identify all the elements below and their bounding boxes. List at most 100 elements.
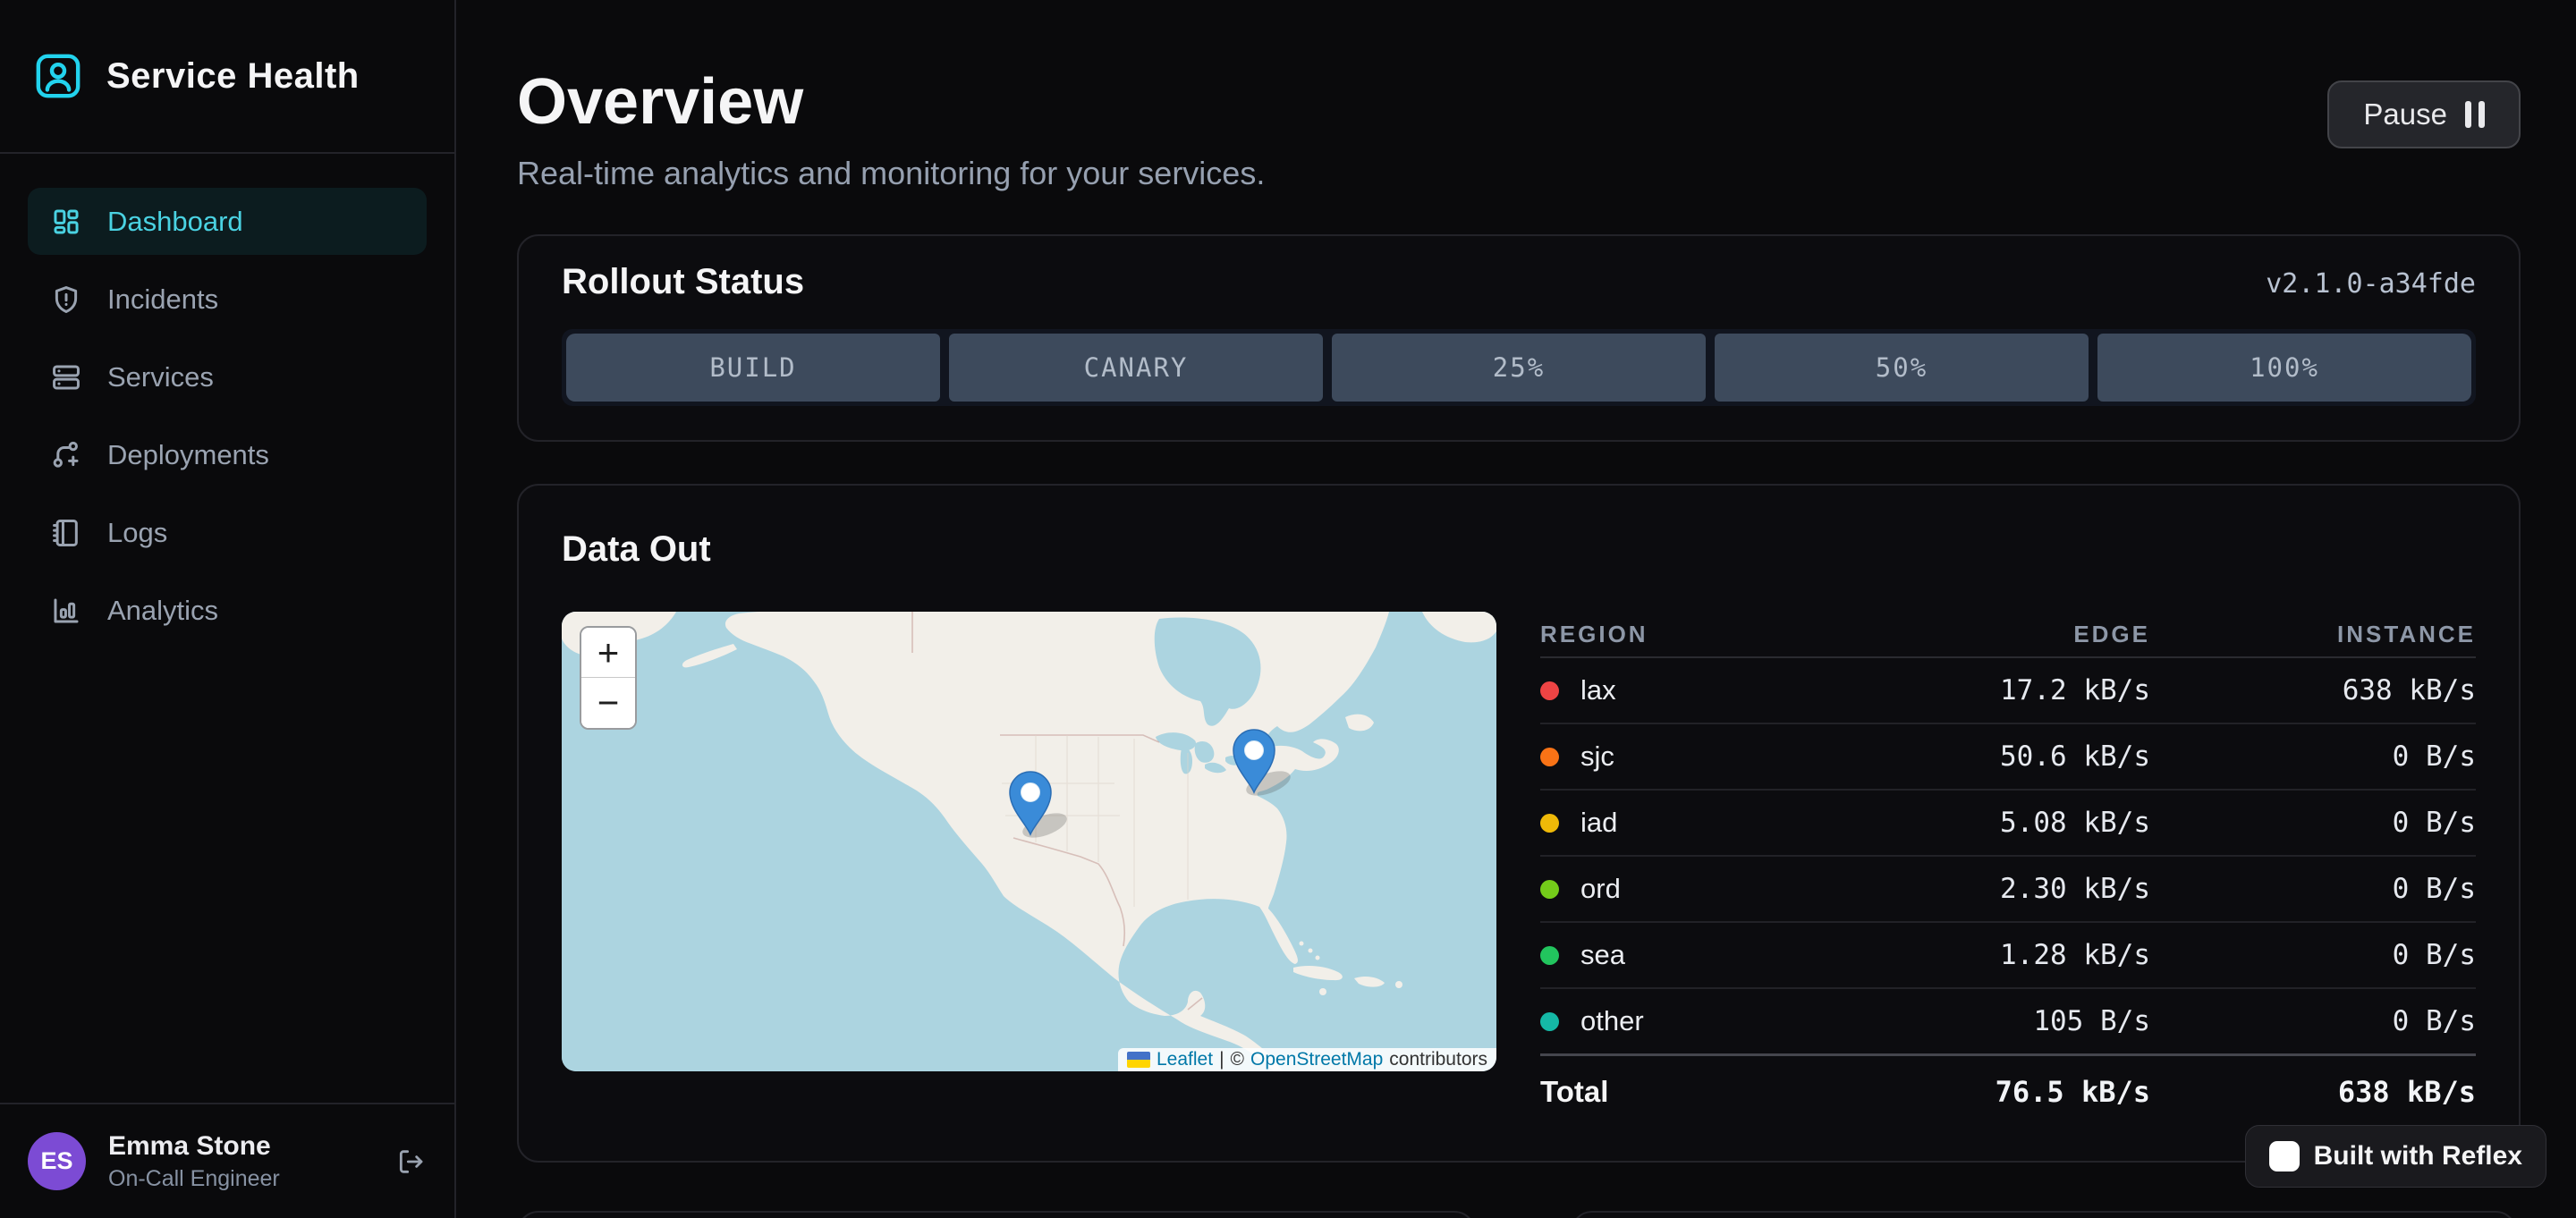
- edge-value: 105 B/s: [1828, 1005, 2150, 1037]
- data-out-title: Data Out: [562, 530, 2476, 568]
- attribution-suffix: contributors: [1389, 1049, 1487, 1070]
- pause-icon: [2465, 101, 2485, 128]
- rollout-status-card: Rollout Status v2.1.0-a34fde BUILD CANAR…: [517, 234, 2521, 442]
- app-root: Service Health Dashboard Incidents: [0, 0, 2576, 1218]
- partial-card-left: [517, 1211, 1476, 1218]
- region-name: iad: [1580, 807, 1617, 839]
- edge-value: 5.08 kB/s: [1828, 807, 2150, 839]
- user-name: Emma Stone: [108, 1131, 280, 1162]
- notebook-icon: [51, 518, 81, 548]
- page-header: Overview Real-time analytics and monitor…: [517, 70, 2521, 190]
- total-edge-value: 76.5 kB/s: [1828, 1075, 2150, 1109]
- sidebar-nav: Dashboard Incidents Services: [0, 154, 454, 655]
- total-label: Total: [1540, 1075, 1828, 1109]
- page-title: Overview: [517, 70, 1265, 134]
- edge-value: 50.6 kB/s: [1828, 740, 2150, 773]
- sidebar-item-label: Logs: [107, 517, 167, 549]
- region-name: sea: [1580, 939, 1625, 971]
- rollout-stage-25: 25%: [1332, 334, 1706, 402]
- bottom-cards-row: [517, 1211, 2521, 1218]
- table-row-other: other 105 B/s 0 B/s: [1540, 989, 2476, 1055]
- region-name: lax: [1580, 674, 1616, 706]
- instance-value: 0 B/s: [2150, 1005, 2476, 1037]
- data-out-table: REGION EDGE INSTANCE lax 17.2 kB/s 638 k…: [1540, 612, 2476, 1127]
- sidebar-item-logs[interactable]: Logs: [28, 499, 427, 566]
- region-dot: [1540, 1012, 1559, 1031]
- user-meta: Emma Stone On-Call Engineer: [108, 1131, 280, 1192]
- attribution-copyright: ©: [1231, 1049, 1244, 1070]
- zoom-out-button[interactable]: −: [581, 678, 635, 728]
- map-attribution: Leaflet | © OpenStreetMap contributors: [1118, 1048, 1496, 1071]
- region-dot: [1540, 946, 1559, 965]
- logout-icon: [396, 1147, 425, 1176]
- map-zoom-control: + −: [580, 626, 637, 730]
- sidebar: Service Health Dashboard Incidents: [0, 0, 456, 1218]
- brand-row: Service Health: [0, 0, 454, 154]
- page-header-text: Overview Real-time analytics and monitor…: [517, 70, 1265, 190]
- brand-title: Service Health: [106, 56, 360, 97]
- reflex-logo-icon: [2269, 1141, 2300, 1171]
- main-content: Overview Real-time analytics and monitor…: [456, 0, 2576, 1218]
- sidebar-item-analytics[interactable]: Analytics: [28, 577, 427, 644]
- instance-value: 0 B/s: [2150, 939, 2476, 971]
- table-header-row: REGION EDGE INSTANCE: [1540, 612, 2476, 658]
- rollout-track: BUILD CANARY 25% 50% 100%: [562, 329, 2476, 406]
- zoom-in-button[interactable]: +: [581, 628, 635, 678]
- contact-card-icon: [33, 51, 83, 101]
- avatar: ES: [28, 1132, 86, 1190]
- region-name: sjc: [1580, 740, 1614, 773]
- server-icon: [51, 362, 81, 393]
- edge-value: 1.28 kB/s: [1828, 939, 2150, 971]
- user-section: ES Emma Stone On-Call Engineer: [0, 1103, 454, 1218]
- sidebar-item-incidents[interactable]: Incidents: [28, 266, 427, 333]
- pause-button-label: Pause: [2363, 97, 2447, 131]
- sidebar-item-label: Deployments: [107, 439, 269, 471]
- instance-value: 0 B/s: [2150, 873, 2476, 905]
- pause-button[interactable]: Pause: [2327, 80, 2521, 148]
- rollout-stage-build: BUILD: [566, 334, 940, 402]
- col-header-instance: INSTANCE: [2150, 621, 2476, 648]
- rollout-version: v2.1.0-a34fde: [2266, 268, 2476, 300]
- instance-value: 638 kB/s: [2150, 674, 2476, 706]
- table-row-sjc: sjc 50.6 kB/s 0 B/s: [1540, 724, 2476, 791]
- map[interactable]: + − Leaflet | © OpenStreetMap contributo…: [562, 612, 1496, 1071]
- instance-value: 0 B/s: [2150, 807, 2476, 839]
- table-row-ord: ord 2.30 kB/s 0 B/s: [1540, 857, 2476, 923]
- region-name: ord: [1580, 873, 1621, 905]
- leaflet-link[interactable]: Leaflet: [1157, 1049, 1213, 1070]
- page-subtitle: Real-time analytics and monitoring for y…: [517, 157, 1265, 190]
- bar-chart-icon: [51, 596, 81, 626]
- region-dot: [1540, 880, 1559, 899]
- rollout-stage-canary: CANARY: [949, 334, 1323, 402]
- table-total-row: Total 76.5 kB/s 638 kB/s: [1540, 1053, 2476, 1127]
- sidebar-item-services[interactable]: Services: [28, 343, 427, 410]
- attribution-separator: |: [1219, 1049, 1224, 1070]
- sidebar-item-label: Services: [107, 361, 214, 393]
- sidebar-spacer: [0, 655, 454, 1103]
- data-out-card: Data Out: [517, 484, 2521, 1163]
- region-dot: [1540, 814, 1559, 833]
- sidebar-item-deployments[interactable]: Deployments: [28, 421, 427, 488]
- dashboard-icon: [51, 207, 81, 237]
- sidebar-item-label: Analytics: [107, 595, 218, 627]
- reflex-badge-label: Built with Reflex: [2314, 1141, 2522, 1171]
- sidebar-item-dashboard[interactable]: Dashboard: [28, 188, 427, 255]
- sidebar-item-label: Dashboard: [107, 206, 243, 238]
- ukraine-flag-icon: [1127, 1052, 1150, 1068]
- shield-alert-icon: [51, 284, 81, 315]
- partial-card-right: [1571, 1211, 2517, 1218]
- git-branch-plus-icon: [51, 440, 81, 470]
- user-role: On-Call Engineer: [108, 1166, 280, 1192]
- table-row-lax: lax 17.2 kB/s 638 kB/s: [1540, 658, 2476, 724]
- region-name: other: [1580, 1005, 1644, 1037]
- edge-value: 2.30 kB/s: [1828, 873, 2150, 905]
- map-basemap: [562, 612, 1496, 1071]
- col-header-region: REGION: [1540, 621, 1828, 648]
- rollout-stage-50: 50%: [1715, 334, 2089, 402]
- osm-link[interactable]: OpenStreetMap: [1250, 1049, 1383, 1070]
- built-with-reflex-badge[interactable]: Built with Reflex: [2245, 1125, 2546, 1188]
- logout-button[interactable]: [396, 1147, 425, 1176]
- table-row-sea: sea 1.28 kB/s 0 B/s: [1540, 923, 2476, 989]
- col-header-edge: EDGE: [1828, 621, 2150, 648]
- edge-value: 17.2 kB/s: [1828, 674, 2150, 706]
